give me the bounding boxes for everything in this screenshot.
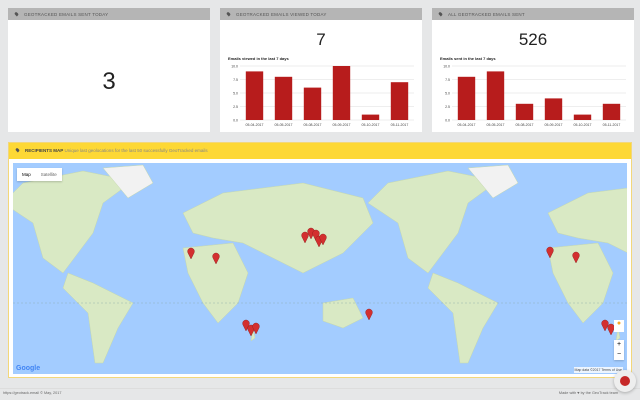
y-tick-label: 2.5 [445, 105, 450, 109]
pegman-icon[interactable]: ● [614, 320, 624, 332]
pin-icon [226, 11, 231, 17]
bar [303, 87, 322, 120]
map-canvas [13, 164, 627, 364]
card-value: 3 [102, 68, 116, 95]
geotrack-fab-button[interactable] [614, 370, 636, 392]
logo-icon [620, 376, 630, 386]
bar [457, 76, 476, 120]
card-viewed-today: GEOTRACKED EMAILS VIEWED TODAY 7 Emails … [220, 8, 422, 132]
recipients-map-card: RECIPIENTS MAP Unique last geolocations … [8, 142, 632, 378]
x-tick-label: 05-05-2017 [275, 123, 293, 127]
y-tick-label: 10.0 [231, 65, 238, 69]
x-tick-label: 05-10-2017 [574, 123, 592, 127]
chart-title: Emails viewed in the last 7 days [228, 56, 289, 61]
y-tick-label: 5.0 [233, 92, 238, 96]
footer: https://geotrack.email © May, 2017 Made … [0, 388, 640, 395]
card-title: ALL GEOTRACKED EMAILS SENT [448, 12, 525, 17]
zoom-in-button[interactable]: + [614, 340, 624, 350]
bar [515, 103, 534, 120]
footer-right: Made with ♥ by the GeoTrack team [558, 391, 618, 395]
y-tick-label: 2.5 [233, 105, 238, 109]
sent-chart: Emails sent in the last 7 days 0.0 2.5 5.0 7… [440, 56, 626, 127]
location-marker-icon[interactable] [365, 308, 373, 321]
map-tab[interactable]: Map [17, 168, 36, 181]
card-title: GEOTRACKED EMAILS SENT TODAY [24, 12, 109, 17]
pin-icon [438, 11, 443, 17]
bar [361, 114, 380, 120]
x-tick-label: 05-05-2017 [487, 123, 505, 127]
bar [544, 98, 563, 120]
bar [602, 103, 621, 120]
bar [274, 76, 293, 120]
card-title: GEOTRACKED EMAILS VIEWED TODAY [236, 12, 327, 17]
bar [390, 82, 409, 120]
map-attribution[interactable]: Map data ©2017 Terms of Use [573, 367, 623, 373]
map-type-control: Map Satellite [17, 168, 62, 181]
y-tick-label: 10.0 [443, 65, 450, 69]
footer-left[interactable]: https://geotrack.email © May, 2017 [3, 391, 61, 395]
map-subtitle: Unique last geolocations for the last 50… [64, 148, 208, 153]
world-map[interactable]: Map Satellite ● + − Google Map data ©201… [13, 163, 627, 374]
card-all-sent: ALL GEOTRACKED EMAILS SENT 526 Emails se… [432, 8, 634, 132]
x-tick-label: 05-10-2017 [362, 123, 380, 127]
bar [486, 71, 505, 120]
y-tick-label: 5.0 [445, 92, 450, 96]
card-sent-today: GEOTRACKED EMAILS SENT TODAY 3 [8, 8, 210, 132]
y-tick-label: 7.5 [445, 78, 450, 82]
x-tick-label: 05-04-2017 [458, 123, 476, 127]
y-tick-label: 0.0 [445, 119, 450, 123]
zoom-out-button[interactable]: − [614, 350, 624, 360]
chart-title: Emails sent in the last 7 days [440, 56, 496, 61]
x-tick-label: 05-11-2017 [603, 123, 621, 127]
map-title: RECIPIENTS MAP [25, 148, 64, 153]
card-value: 7 [316, 30, 326, 49]
x-tick-label: 05-08-2017 [304, 123, 322, 127]
pin-icon [15, 147, 20, 153]
x-tick-label: 05-09-2017 [333, 123, 351, 127]
viewed-chart: Emails viewed in the last 7 days 0.0 2.5 5.… [228, 56, 414, 127]
x-tick-label: 05-08-2017 [516, 123, 534, 127]
x-tick-label: 05-11-2017 [391, 123, 409, 127]
pin-icon [14, 11, 19, 17]
location-marker-icon[interactable] [601, 319, 609, 332]
zoom-control: + − [614, 340, 624, 360]
y-tick-label: 0.0 [233, 119, 238, 123]
google-logo: Google [16, 365, 41, 372]
bar [573, 114, 592, 120]
bar [245, 71, 264, 120]
x-tick-label: 05-09-2017 [545, 123, 563, 127]
x-tick-label: 05-04-2017 [246, 123, 264, 127]
y-tick-label: 7.5 [233, 78, 238, 82]
bar [332, 66, 351, 120]
satellite-tab[interactable]: Satellite [36, 168, 62, 181]
card-value: 526 [518, 30, 548, 49]
